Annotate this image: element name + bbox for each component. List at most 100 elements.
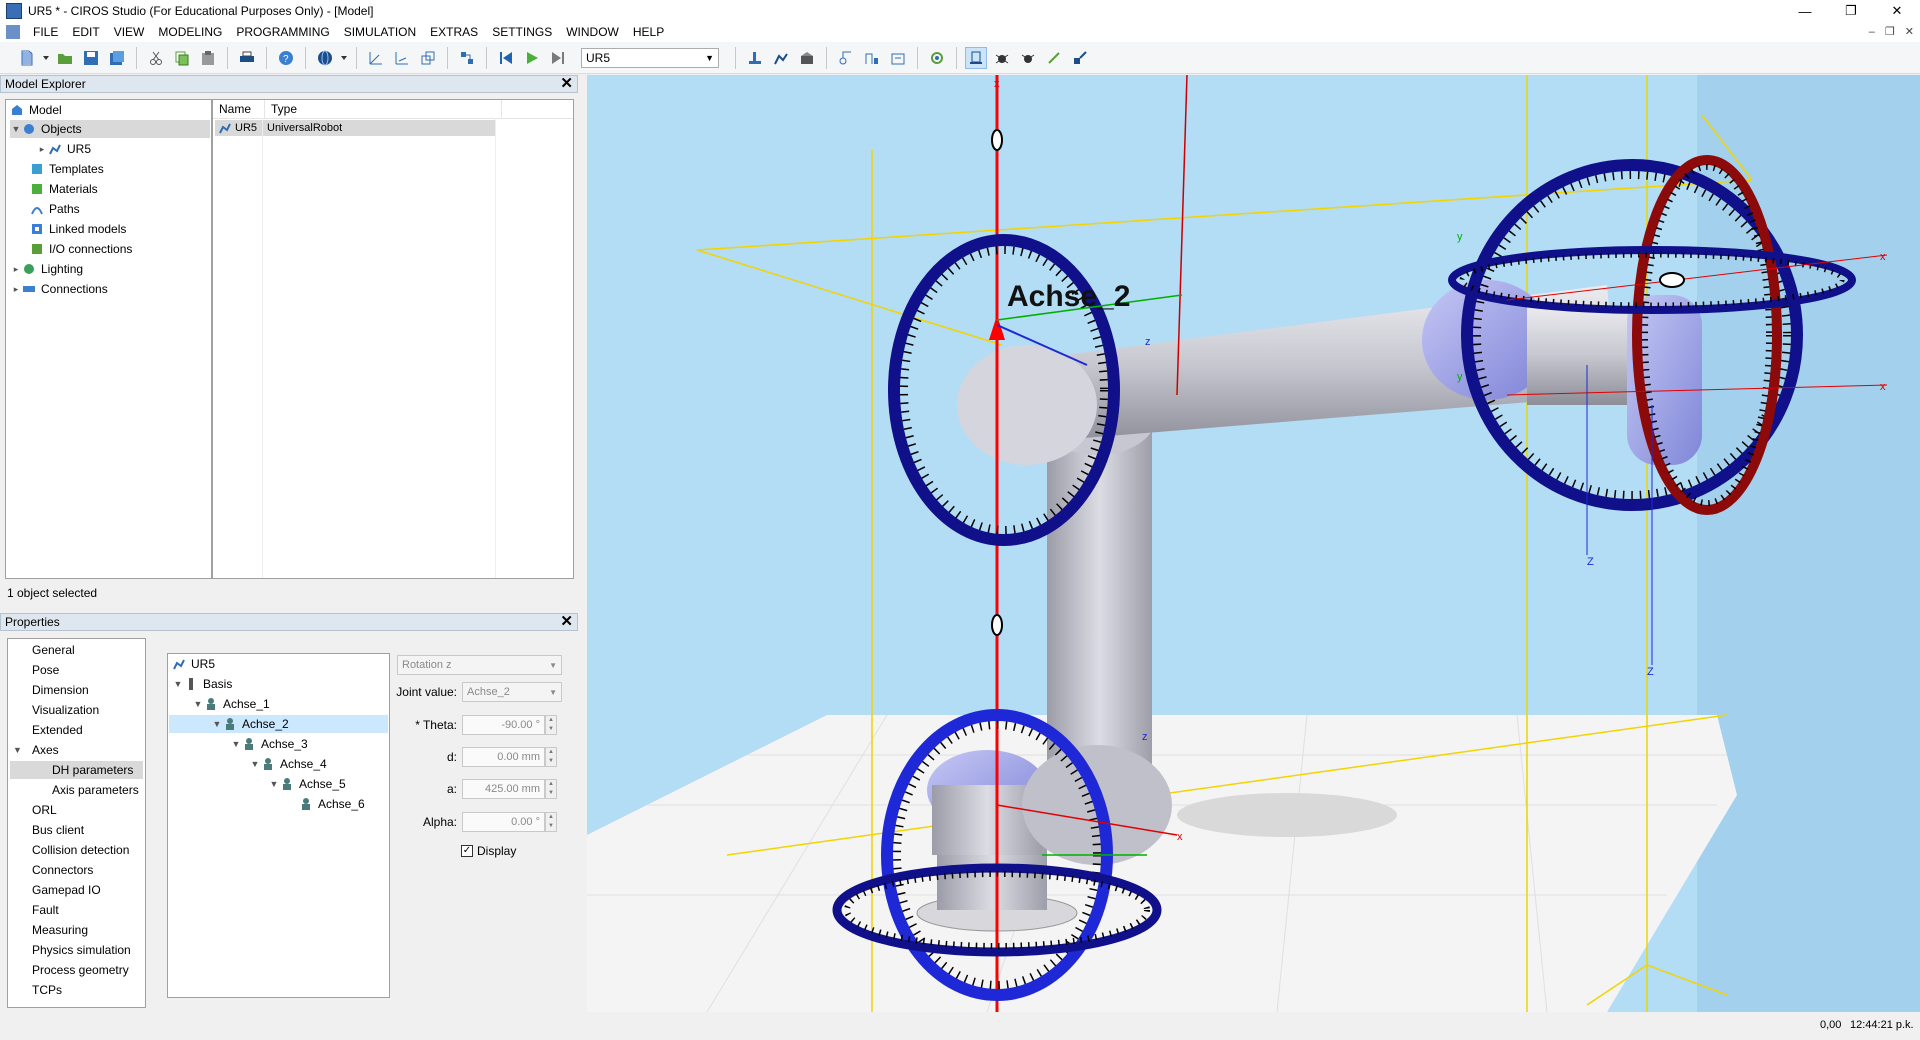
menu-programming[interactable]: PROGRAMMING: [229, 22, 336, 42]
chevron-down-icon[interactable]: ▼: [192, 699, 204, 709]
menu-settings[interactable]: SETTINGS: [485, 22, 559, 42]
category-pose[interactable]: Pose: [32, 661, 59, 679]
tree-item-paths[interactable]: Paths: [30, 200, 80, 218]
axes-tree-achse-6[interactable]: Achse_6: [299, 795, 365, 813]
chevron-down-icon[interactable]: ▼: [268, 779, 280, 789]
help-icon[interactable]: ?: [275, 47, 297, 69]
menu-file[interactable]: FILE: [26, 22, 65, 42]
category-general[interactable]: General: [32, 641, 75, 659]
category-fault[interactable]: Fault: [32, 901, 59, 919]
category-gamepad-io[interactable]: Gamepad IO: [32, 881, 101, 899]
category-connectors[interactable]: Connectors: [32, 861, 93, 879]
axis-frame-icon[interactable]: [365, 47, 387, 69]
chevron-down-icon[interactable]: ▼: [211, 719, 223, 729]
tree-item-ur5[interactable]: ▸ UR5: [36, 140, 91, 158]
a-stepper[interactable]: ▲ ▼: [545, 779, 557, 799]
category-physics-simulation[interactable]: Physics simulation: [32, 941, 131, 959]
joint-value-select[interactable]: Achse_2 ▼: [462, 682, 562, 702]
category-dimension[interactable]: Dimension: [32, 681, 89, 699]
axis-frame2-icon[interactable]: [391, 47, 413, 69]
theta-stepper[interactable]: ▲ ▼: [545, 715, 557, 735]
bug-icon[interactable]: [991, 47, 1013, 69]
category-bus-client[interactable]: Bus client: [32, 821, 84, 839]
menu-simulation[interactable]: SIMULATION: [337, 22, 423, 42]
play-icon[interactable]: [521, 47, 543, 69]
network-icon[interactable]: [456, 47, 478, 69]
tree-item-model[interactable]: Model: [10, 101, 62, 119]
robot-pose-icon[interactable]: [770, 47, 792, 69]
category-visualization[interactable]: Visualization: [32, 701, 99, 719]
axes-tree-achse-4[interactable]: ▼ Achse_4: [249, 755, 327, 773]
open-icon[interactable]: [54, 47, 76, 69]
copy-icon[interactable]: [171, 47, 193, 69]
theta-field[interactable]: -90.00 °: [462, 715, 545, 735]
category-process-geometry[interactable]: Process geometry: [32, 961, 129, 979]
step-icon[interactable]: [547, 47, 569, 69]
3d-viewport[interactable]: x x x x Z Z z z y y Achse_2: [587, 75, 1920, 1012]
camera-view-icon[interactable]: [965, 46, 987, 69]
display-checkbox[interactable]: ✓: [461, 845, 473, 857]
axes-tree-achse-1[interactable]: ▼ Achse_1: [192, 695, 270, 713]
globe-dropdown-icon[interactable]: [340, 47, 348, 69]
globe-icon[interactable]: [314, 47, 336, 69]
menu-edit[interactable]: EDIT: [65, 22, 106, 42]
mdi-close-icon[interactable]: ✕: [1905, 22, 1914, 42]
chevron-down-icon[interactable]: ▼: [249, 759, 261, 769]
list-row[interactable]: UR5 UniversalRobot: [215, 120, 495, 136]
category-tcps[interactable]: TCPs: [32, 981, 62, 999]
column-type[interactable]: Type: [265, 100, 502, 118]
frames-icon[interactable]: [417, 47, 439, 69]
minimize-button[interactable]: —: [1782, 0, 1828, 22]
tree-item-templates[interactable]: Templates: [30, 160, 104, 178]
paste-icon[interactable]: [197, 47, 219, 69]
save-icon[interactable]: [80, 47, 102, 69]
chevron-down-icon[interactable]: ▼: [230, 739, 242, 749]
category-extended[interactable]: Extended: [32, 721, 83, 739]
column-name[interactable]: Name: [213, 100, 265, 118]
tree-item-io-connections[interactable]: I/O connections: [30, 240, 132, 258]
axes-tree-achse-2[interactable]: ▼ Achse_2: [169, 715, 388, 733]
close-window-button[interactable]: ✕: [1874, 0, 1920, 22]
reset-icon[interactable]: [495, 47, 517, 69]
category-orl[interactable]: ORL: [32, 801, 57, 819]
menu-help[interactable]: HELP: [626, 22, 671, 42]
axes-tree-basis[interactable]: ▼ Basis: [172, 675, 233, 693]
chevron-down-icon[interactable]: ▼: [13, 741, 22, 759]
chevron-right-icon[interactable]: ▸: [10, 284, 22, 295]
chevron-right-icon[interactable]: ▸: [10, 264, 22, 275]
robot-select[interactable]: UR5 ▼: [581, 47, 719, 68]
close-icon[interactable]: ✕: [560, 76, 573, 92]
kinematics2-icon[interactable]: [861, 47, 883, 69]
save-all-icon[interactable]: [106, 47, 128, 69]
tree-item-materials[interactable]: Materials: [30, 180, 98, 198]
new-dropdown-icon[interactable]: [42, 47, 50, 69]
print-icon[interactable]: [236, 47, 258, 69]
menu-modeling[interactable]: MODELING: [151, 22, 229, 42]
close-icon[interactable]: ✕: [560, 614, 573, 630]
kinematics-icon[interactable]: [835, 47, 857, 69]
new-icon[interactable]: [16, 47, 38, 69]
category-dh-parameters[interactable]: DH parameters: [10, 761, 143, 779]
mdi-minimize-icon[interactable]: –: [1869, 22, 1875, 42]
kinematics3-icon[interactable]: [887, 47, 909, 69]
chevron-down-icon[interactable]: ▼: [10, 124, 22, 134]
menu-window[interactable]: WINDOW: [559, 22, 626, 42]
menu-view[interactable]: VIEW: [107, 22, 152, 42]
category-collision-detection[interactable]: Collision detection: [32, 841, 129, 859]
a-field[interactable]: 425.00 mm: [462, 779, 545, 799]
wizard-icon[interactable]: [1069, 47, 1091, 69]
axes-tree-achse-3[interactable]: ▼ Achse_3: [230, 735, 308, 753]
rotation-select[interactable]: Rotation z ▼: [397, 655, 562, 675]
menu-extras[interactable]: EXTRAS: [423, 22, 485, 42]
process-icon[interactable]: [926, 47, 948, 69]
tool-icon[interactable]: [1043, 47, 1065, 69]
category-axes[interactable]: Axes: [32, 741, 59, 759]
axes-tree-achse-5[interactable]: ▼ Achse_5: [268, 775, 346, 793]
category-axis-parameters[interactable]: Axis parameters: [52, 781, 139, 799]
alpha-stepper[interactable]: ▲ ▼: [545, 812, 557, 832]
mdi-restore-icon[interactable]: ❐: [1885, 22, 1895, 42]
bug2-icon[interactable]: [1017, 47, 1039, 69]
d-stepper[interactable]: ▲ ▼: [545, 747, 557, 767]
tree-item-objects[interactable]: ▼ Objects: [10, 120, 210, 138]
cut-icon[interactable]: [145, 47, 167, 69]
